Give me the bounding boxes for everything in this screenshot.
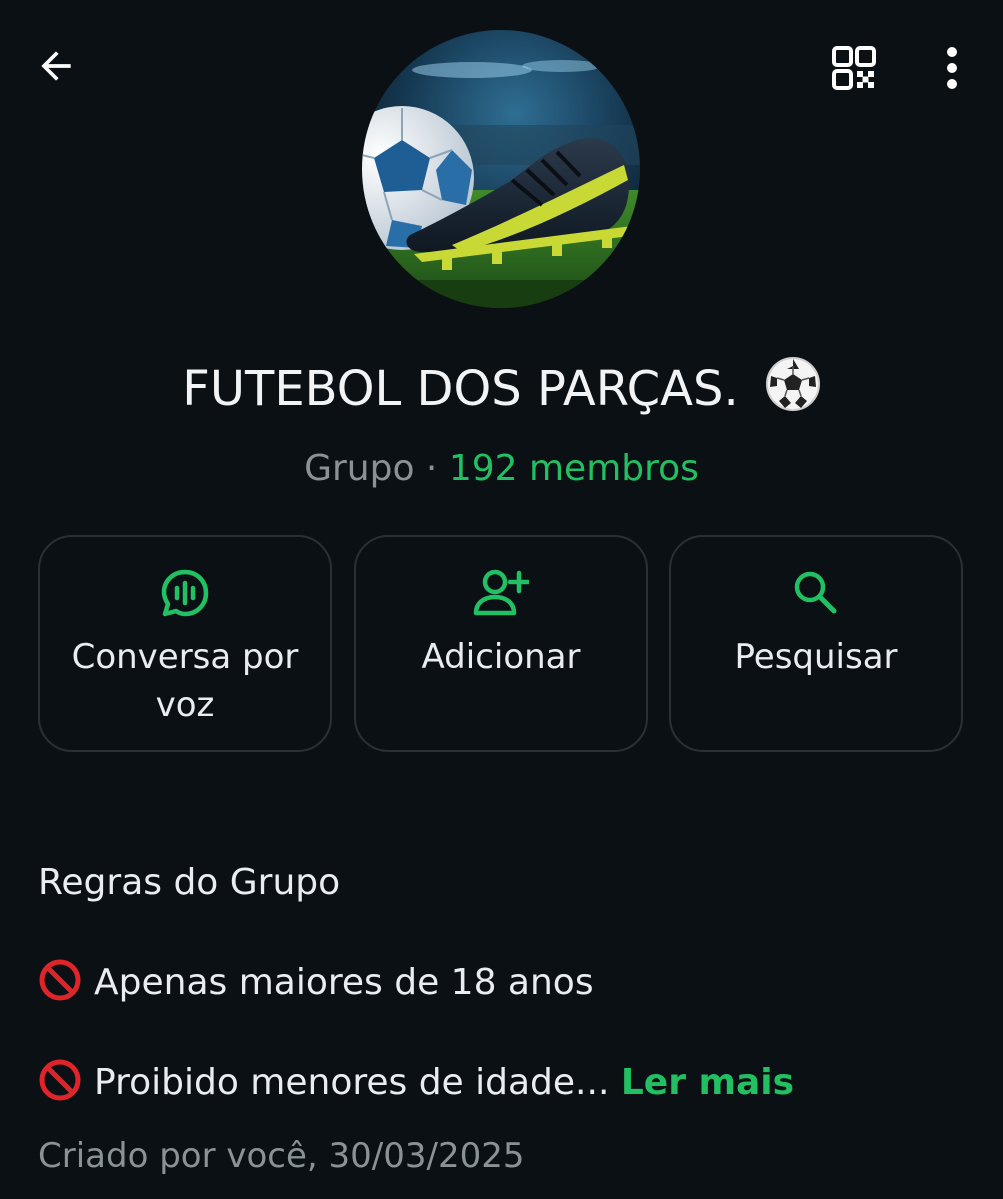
add-member-label: Adicionar — [421, 637, 581, 677]
description-rule-1: Apenas maiores de 18 anos — [38, 959, 968, 1003]
more-options-button[interactable] — [922, 38, 982, 98]
qr-code-icon — [832, 46, 876, 90]
search-icon — [794, 571, 837, 614]
group-avatar[interactable] — [362, 30, 640, 308]
more-vertical-icon — [947, 47, 957, 89]
prohibited-icon — [39, 959, 81, 1001]
group-name: FUTEBOL DOS PARÇAS. — [0, 357, 1003, 417]
search-button[interactable]: Pesquisar — [669, 535, 963, 752]
back-button[interactable] — [26, 36, 86, 96]
group-name-text: FUTEBOL DOS PARÇAS. — [182, 361, 739, 417]
meta-separator: · — [425, 448, 438, 489]
prohibited-icon — [39, 1059, 81, 1101]
voice-chat-icon — [161, 569, 209, 617]
add-member-button[interactable]: Adicionar — [354, 535, 648, 752]
soccer-ball-and-cleat-photo — [362, 30, 640, 308]
rule-1-text: Apenas maiores de 18 anos — [94, 962, 594, 1003]
group-meta: Grupo · 192 membros — [0, 448, 1003, 489]
search-label: Pesquisar — [734, 637, 898, 677]
group-type: Grupo — [304, 448, 415, 489]
qr-code-button[interactable] — [824, 38, 884, 98]
voice-chat-button[interactable]: Conversa por voz — [38, 535, 332, 752]
created-info: Criado por você, 30/03/2025 — [38, 1136, 525, 1176]
arrow-left-icon — [41, 51, 71, 81]
read-more-link[interactable]: Ler mais — [621, 1062, 794, 1103]
members-count-link[interactable]: 192 membros — [449, 448, 699, 489]
description-rule-2: Proibido menores de idade... Ler mais — [38, 1059, 968, 1103]
description-title: Regras do Grupo — [38, 862, 341, 903]
voice-chat-label: Conversa por voz — [71, 637, 299, 725]
soccer-ball-emoji — [765, 357, 820, 411]
rule-2-text: Proibido menores de idade... — [94, 1062, 610, 1103]
add-person-icon — [473, 569, 529, 616]
